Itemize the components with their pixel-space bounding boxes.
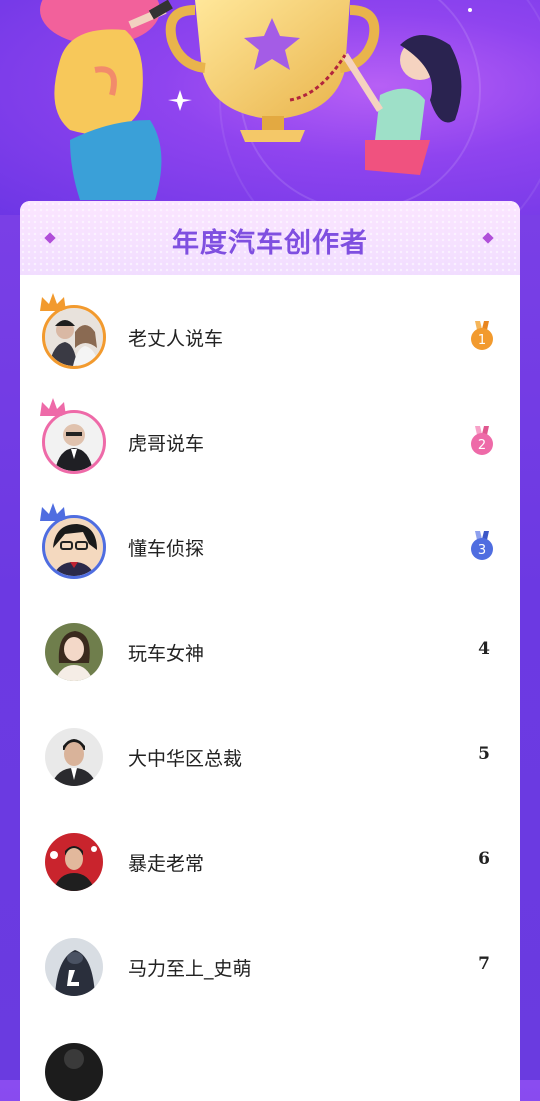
- medal-icon: 2: [471, 426, 493, 455]
- svg-text:3: 3: [478, 543, 486, 558]
- creator-row[interactable]: 马力至上_史萌 7: [20, 905, 520, 1010]
- medal-icon: 1: [471, 321, 493, 350]
- avatar[interactable]: [40, 503, 106, 579]
- creator-name: 玩车女神: [128, 643, 205, 665]
- trophy-illustration: [40, 0, 540, 215]
- creator-row[interactable]: 虎哥说车 2: [20, 380, 520, 485]
- rank-number: 4: [478, 639, 490, 659]
- medal-icon: 3: [471, 531, 493, 560]
- avatar[interactable]: [42, 1040, 106, 1101]
- avatar[interactable]: [42, 830, 106, 894]
- rank-number: 6: [478, 849, 490, 869]
- avatar-image: [55, 950, 95, 996]
- avatar[interactable]: [42, 620, 106, 684]
- svg-text:1: 1: [478, 333, 486, 348]
- card-header: 年度汽车创作者: [20, 201, 520, 275]
- creator-row[interactable]: 玩车女神 4: [20, 590, 520, 695]
- avatar-image: [50, 846, 97, 891]
- creator-name: 老丈人说车: [128, 328, 224, 350]
- svg-text:2: 2: [478, 438, 486, 453]
- creator-name: 暴走老常: [128, 853, 205, 875]
- creator-row[interactable]: 老丈人说车 1: [20, 275, 520, 380]
- creator-row[interactable]: 暴走老常 6: [20, 800, 520, 905]
- creator-name: 虎哥说车: [128, 433, 205, 455]
- avatar-image: [55, 631, 93, 681]
- avatar[interactable]: [40, 398, 106, 474]
- creator-name: 马力至上_史萌: [128, 958, 252, 980]
- card-title: 年度汽车创作者: [172, 228, 368, 259]
- avatar[interactable]: [40, 293, 106, 369]
- creator-name: 大中华区总裁: [128, 748, 243, 770]
- creator-name: 懂车侦探: [128, 538, 205, 560]
- avatar[interactable]: [42, 725, 106, 789]
- rank-number: 5: [478, 744, 490, 764]
- creator-row[interactable]: [20, 1010, 520, 1101]
- avatar-image: [64, 1049, 84, 1069]
- avatar[interactable]: [42, 935, 106, 999]
- avatar-image: [51, 739, 97, 786]
- creator-row[interactable]: 懂车侦探 3: [20, 485, 520, 590]
- hero-banner: [0, 0, 540, 215]
- ranking-card: 年度汽车创作者 老丈人说车 1 虎哥说车 2 懂车侦探 3 玩车女神 4 大中华…: [20, 201, 520, 1101]
- creator-list: 老丈人说车 1 虎哥说车 2 懂车侦探 3 玩车女神 4 大中华区总裁 5 暴走…: [20, 275, 520, 1101]
- creator-row[interactable]: 大中华区总裁 5: [20, 695, 520, 800]
- rank-number: 7: [478, 954, 490, 974]
